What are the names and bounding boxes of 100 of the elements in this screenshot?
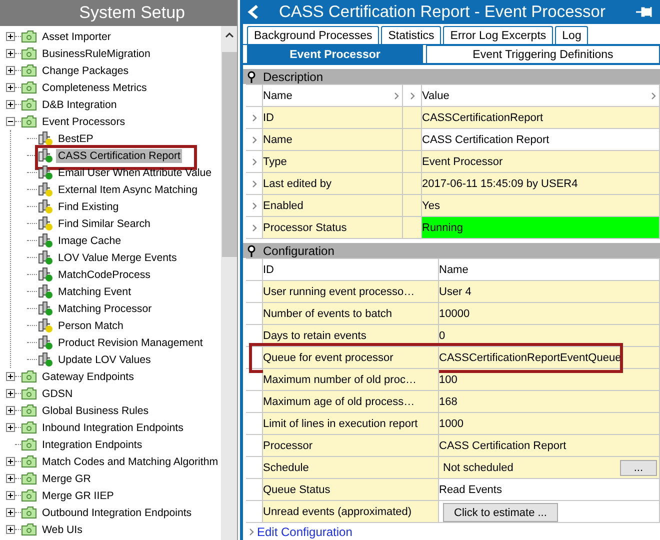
- tree-item[interactable]: Inbound Integration Endpoints: [40, 420, 186, 434]
- tree-item[interactable]: Match Codes and Matching Algorithm: [40, 454, 220, 468]
- chevron-icon[interactable]: [252, 114, 256, 122]
- chevron-icon[interactable]: [252, 158, 256, 166]
- table-cell: Yes: [422, 195, 660, 218]
- scrollbar[interactable]: [221, 26, 237, 540]
- column-header[interactable]: Name: [439, 259, 660, 282]
- tab[interactable]: Error Log Excerpts: [443, 26, 554, 44]
- browse-button[interactable]: ...: [620, 460, 657, 476]
- tree-item[interactable]: Image Cache: [56, 234, 124, 248]
- tree-item[interactable]: Find Similar Search: [56, 216, 152, 230]
- table-cell: [403, 151, 422, 174]
- edit-configuration-link[interactable]: Edit Configuration: [257, 524, 352, 539]
- tree-item[interactable]: Find Existing: [56, 200, 121, 214]
- column-header[interactable]: Value: [422, 85, 660, 108]
- expand-icon[interactable]: [6, 423, 15, 432]
- section-header[interactable]: Configuration: [243, 243, 660, 258]
- tree-item[interactable]: Matching Processor: [56, 302, 154, 316]
- table-cell: Queue Status: [263, 479, 439, 502]
- tree-item[interactable]: Matching Event: [56, 284, 134, 298]
- row-header[interactable]: [246, 195, 263, 218]
- tree-item[interactable]: Event Processors: [40, 114, 128, 128]
- tree-item[interactable]: GDSN: [40, 386, 75, 400]
- row-header: [246, 413, 263, 436]
- table-cell: [403, 129, 422, 152]
- row-header[interactable]: [246, 129, 263, 152]
- expand-icon[interactable]: [6, 525, 15, 534]
- tree-item[interactable]: Gateway Endpoints: [40, 370, 136, 384]
- tab[interactable]: Background Processes: [247, 26, 380, 44]
- column-header[interactable]: Name: [263, 85, 403, 108]
- row-header: [246, 435, 263, 458]
- tree-item[interactable]: Integration Endpoints: [40, 438, 144, 452]
- table-cell[interactable]: Read Events: [439, 479, 660, 502]
- chevron-icon[interactable]: [252, 136, 256, 144]
- row-header[interactable]: [246, 217, 263, 240]
- chevron-icon[interactable]: [410, 92, 414, 100]
- tree-item[interactable]: D&B Integration: [40, 98, 119, 112]
- expand-icon[interactable]: [6, 372, 15, 381]
- tree-item[interactable]: Change Packages: [40, 64, 131, 78]
- scrollbar-thumb[interactable]: [222, 52, 236, 257]
- collapse-icon[interactable]: [6, 117, 15, 126]
- tree-item[interactable]: Email User When Attribute Value: [56, 166, 214, 180]
- table-cell: Name: [263, 129, 403, 152]
- tree-item[interactable]: MatchCodeProcess: [56, 268, 152, 282]
- tree-item[interactable]: Completeness Metrics: [40, 80, 149, 94]
- tab[interactable]: Event Processor: [247, 45, 423, 64]
- tab[interactable]: Statistics: [381, 26, 442, 44]
- section-header[interactable]: Description: [243, 69, 660, 84]
- folder-icon: [21, 472, 37, 485]
- chevron-icon[interactable]: [252, 224, 256, 232]
- row-header[interactable]: [246, 151, 263, 174]
- expand-icon[interactable]: [6, 32, 15, 41]
- folder-icon: [21, 370, 37, 383]
- column-header[interactable]: ID: [263, 259, 439, 282]
- scroll-up-icon[interactable]: [224, 32, 234, 38]
- back-icon[interactable]: [247, 4, 259, 20]
- tree-item[interactable]: External Item Async Matching: [56, 182, 200, 196]
- tree-item[interactable]: BusinessRuleMigration: [40, 46, 152, 60]
- tree-item[interactable]: Asset Importer: [40, 30, 113, 44]
- chevron-icon[interactable]: [394, 92, 399, 100]
- table-cell: 168: [439, 391, 660, 414]
- expand-icon[interactable]: [6, 406, 15, 415]
- expand-icon[interactable]: [6, 100, 15, 109]
- expand-icon[interactable]: [6, 508, 15, 517]
- tree-item[interactable]: Merge GR: [40, 472, 93, 486]
- expand-icon[interactable]: [6, 83, 15, 92]
- table-cell[interactable]: CASS Certification Report: [422, 129, 660, 152]
- tree-item[interactable]: Outbound Integration Endpoints: [40, 506, 194, 520]
- tree-item[interactable]: Update LOV Values: [56, 352, 153, 366]
- tree-item[interactable]: Person Match: [56, 318, 126, 332]
- table-cell: ID: [263, 107, 403, 130]
- tree-item[interactable]: BestEP: [56, 132, 96, 146]
- table-cell: Enabled: [263, 195, 403, 218]
- folder-icon: [21, 64, 37, 77]
- expand-icon[interactable]: [6, 457, 15, 466]
- chevron-icon[interactable]: [249, 528, 254, 536]
- pin-icon[interactable]: [247, 244, 256, 257]
- tree-item[interactable]: Global Business Rules: [40, 404, 151, 418]
- tree-item[interactable]: LOV Value Merge Events: [56, 250, 179, 264]
- table-cell: User running event processo…: [263, 281, 439, 304]
- folder-icon: [21, 506, 37, 519]
- estimate-button[interactable]: Click to estimate ...: [443, 503, 558, 522]
- tree-item[interactable]: Product Revision Management: [56, 336, 205, 350]
- tree-item[interactable]: Web UIs: [40, 522, 84, 536]
- expand-icon[interactable]: [6, 491, 15, 500]
- expand-icon[interactable]: [6, 389, 15, 398]
- tree-item[interactable]: CASS Certification Report: [56, 148, 182, 162]
- pin-icon[interactable]: [247, 70, 256, 83]
- row-header[interactable]: [246, 173, 263, 196]
- row-header[interactable]: [246, 107, 263, 130]
- folder-icon: [21, 455, 37, 468]
- chevron-icon[interactable]: [252, 180, 256, 188]
- tab[interactable]: Event Triggering Definitions: [426, 45, 660, 64]
- tab[interactable]: Log: [555, 26, 588, 44]
- expand-icon[interactable]: [6, 49, 15, 58]
- chevron-icon[interactable]: [252, 202, 256, 210]
- chevron-icon[interactable]: [651, 92, 656, 100]
- expand-icon[interactable]: [6, 66, 15, 75]
- expand-icon[interactable]: [6, 474, 15, 483]
- tree-item[interactable]: Merge GR IIEP: [40, 488, 116, 502]
